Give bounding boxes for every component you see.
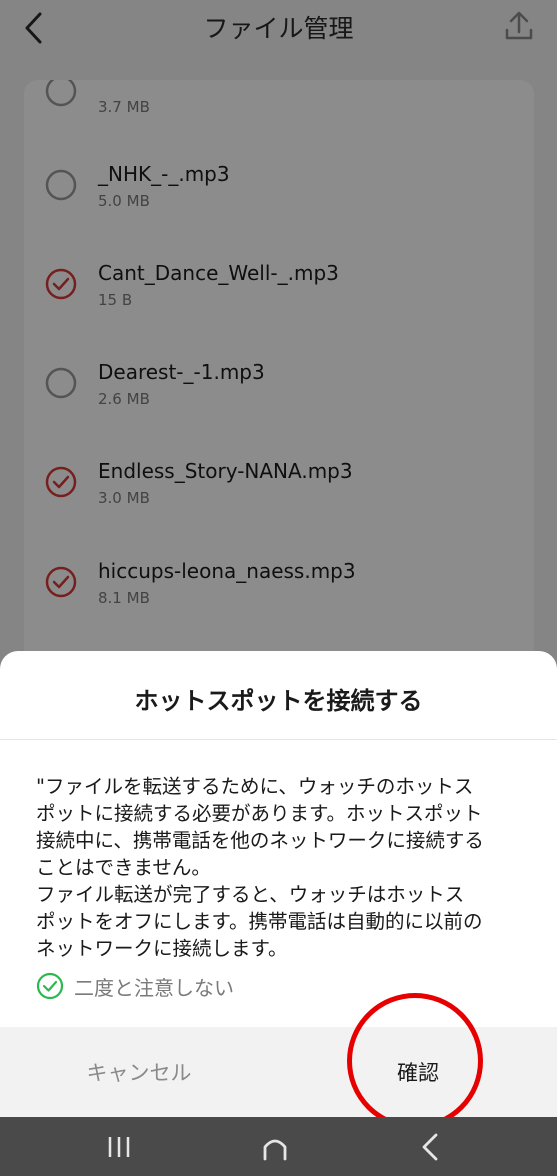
home-button[interactable] <box>257 1129 293 1165</box>
dialog-title: ホットスポットを接続する <box>134 687 423 715</box>
divider <box>0 739 557 740</box>
home-icon <box>263 1139 287 1161</box>
checked-circle-icon <box>36 972 64 1000</box>
message-line: ポットに接続する必要があります。ホットスポット <box>36 802 483 825</box>
message-line: ファイル転送が完了すると、ウォッチはホットス <box>36 883 465 906</box>
dialog-message: "ファイルを転送するために、ウォッチのホットス ポットに接続する必要があります。… <box>36 773 526 962</box>
message-line: "ファイルを転送するために、ウォッチのホットス <box>36 775 474 798</box>
recents-button[interactable] <box>101 1129 137 1165</box>
confirm-button[interactable]: 確認 <box>279 1027 557 1117</box>
hotspot-dialog: ホットスポットを接続する "ファイルを転送するために、ウォッチのホットス ポット… <box>0 651 557 1117</box>
recents-icon <box>108 1137 130 1157</box>
dialog-actions: キャンセル 確認 <box>0 1027 557 1117</box>
cancel-button[interactable]: キャンセル <box>0 1027 278 1117</box>
dont-ask-checkbox[interactable]: 二度と注意しない <box>36 971 234 1001</box>
system-nav-bar <box>0 1117 557 1176</box>
back-icon <box>422 1133 438 1161</box>
message-line: ポットをオフにします。携帯電話は自動的に以前の <box>36 910 483 933</box>
message-line: ネットワークに接続します。 <box>36 937 288 960</box>
dont-ask-label: 二度と注意しない <box>74 975 234 1000</box>
nav-back-button[interactable] <box>414 1129 450 1165</box>
message-line: 接続中に、携帯電話を他のネットワークに接続する <box>36 829 484 852</box>
message-line: ことはできません。 <box>36 856 211 879</box>
